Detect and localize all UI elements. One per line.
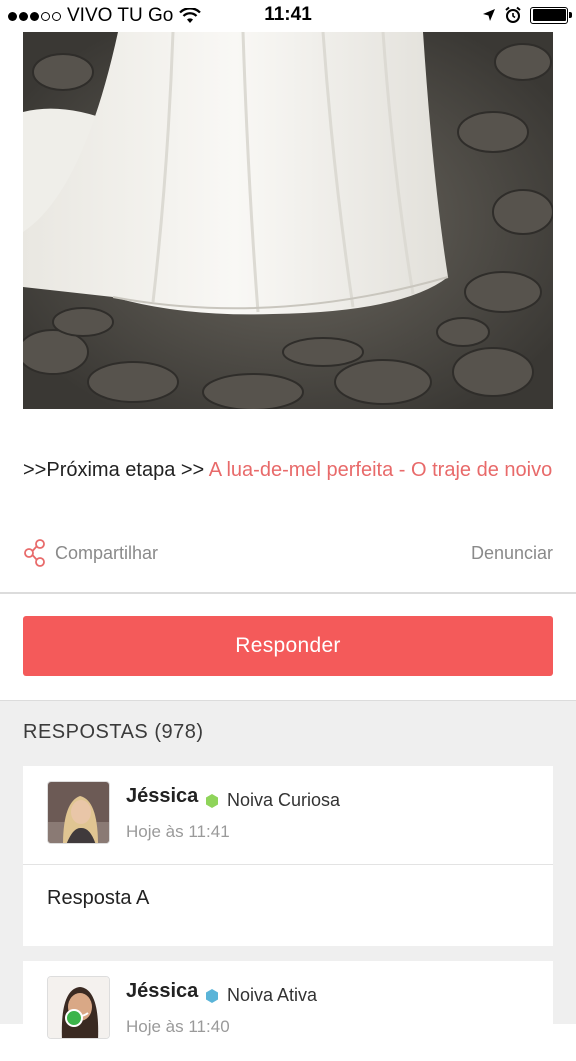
answer-card: Jéssica Noiva Curiosa Hoje às 11:41 Resp…	[23, 766, 553, 946]
answer-header: Jéssica Noiva Curiosa Hoje às 11:41	[23, 766, 553, 865]
author-name[interactable]: Jéssica	[126, 980, 198, 1003]
answer-time: Hoje às 11:40	[126, 1017, 230, 1036]
answer-time: Hoje às 11:41	[126, 822, 230, 841]
battery-icon	[530, 6, 572, 24]
badge-label: Noiva Ativa	[227, 985, 318, 1005]
share-icon	[24, 539, 45, 567]
avatar[interactable]	[47, 781, 110, 844]
next-step-link[interactable]: A lua-de-mel perfeita - O traje de noivo	[209, 459, 553, 481]
report-link[interactable]: Denunciar	[471, 543, 553, 564]
avatar[interactable]	[47, 976, 110, 1039]
answer-text: Resposta A	[47, 887, 150, 909]
badge-label: Noiva Curiosa	[227, 790, 341, 810]
online-indicator	[65, 1009, 83, 1027]
author-badge: Noiva Ativa	[205, 985, 317, 1006]
share-button[interactable]: Compartilhar	[23, 538, 158, 568]
wedding-dress-photo	[23, 32, 553, 409]
reply-button[interactable]: Responder	[23, 616, 553, 676]
hexagon-badge-icon	[206, 793, 218, 808]
divider	[0, 592, 576, 594]
answers-section: RESPOSTAS (978) Jéssica Noiva Curiosa Ho…	[0, 700, 576, 1061]
alarm-icon	[505, 6, 521, 23]
author-badge: Noiva Curiosa	[205, 790, 340, 811]
hexagon-badge-icon	[206, 988, 218, 1003]
author-name[interactable]: Jéssica	[126, 785, 198, 808]
location-arrow-icon	[483, 9, 495, 21]
next-step-prefix: >>Próxima etapa >>	[23, 459, 209, 481]
next-step-text: >>Próxima etapa >> A lua-de-mel perfeita…	[23, 453, 553, 487]
answer-header: Jéssica Noiva Ativa Hoje às 11:40	[23, 961, 553, 1060]
post-photo[interactable]	[23, 32, 553, 409]
post-actions: Compartilhar Denunciar	[23, 537, 553, 569]
status-icons	[482, 6, 572, 24]
answers-title: RESPOSTAS (978)	[23, 721, 204, 743]
answer-card: Jéssica Noiva Ativa Hoje às 11:40	[23, 961, 553, 1061]
share-label: Compartilhar	[55, 542, 159, 563]
status-bar: VIVO TU Go 11:41	[0, 0, 576, 32]
